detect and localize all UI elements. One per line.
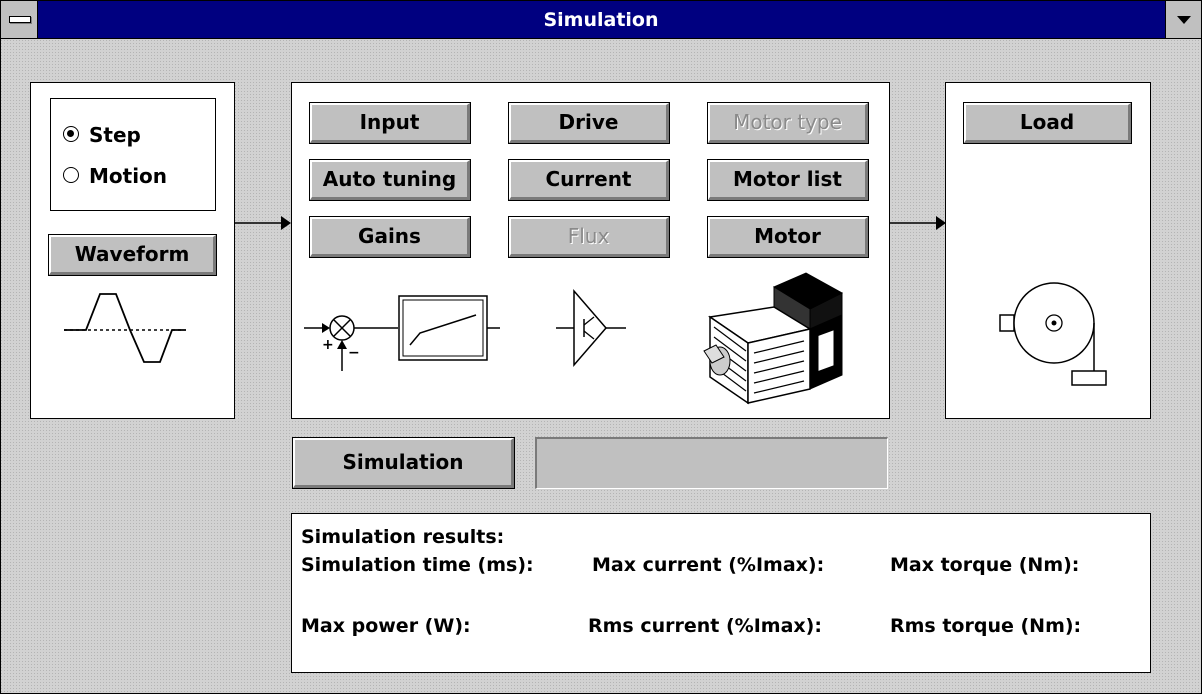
simulation-button[interactable]: Simulation bbox=[292, 437, 515, 489]
arrow-right-icon bbox=[235, 216, 291, 230]
radio-motion-indicator[interactable] bbox=[63, 167, 79, 183]
max-power-label: Max power (W): bbox=[301, 615, 471, 637]
load-panel: Load bbox=[945, 82, 1151, 419]
filter-block-icon bbox=[398, 295, 500, 361]
motor-button[interactable]: Motor bbox=[707, 216, 869, 258]
results-heading: Simulation results: bbox=[301, 526, 505, 548]
transistor-icon bbox=[556, 288, 626, 368]
waveform-graph-icon bbox=[64, 293, 186, 363]
radio-step-indicator[interactable] bbox=[63, 126, 79, 142]
flux-button[interactable]: Flux bbox=[508, 216, 670, 258]
summing-plus-label: + bbox=[322, 337, 334, 353]
radio-motion-label: Motion bbox=[89, 164, 168, 188]
minimize-icon[interactable] bbox=[1165, 1, 1201, 38]
radio-step-label: Step bbox=[89, 123, 141, 147]
simulation-results-panel: Simulation results: Simulation time (ms)… bbox=[291, 513, 1151, 673]
controller-panel: Input Drive Motor type Auto tuning Curre… bbox=[291, 82, 890, 419]
simulation-window: Simulation Step Motion Waveform Input Dr… bbox=[0, 0, 1202, 694]
input-button[interactable]: Input bbox=[309, 102, 471, 144]
max-current-label: Max current (%Imax): bbox=[592, 554, 825, 576]
load-button[interactable]: Load bbox=[963, 102, 1132, 144]
waveform-button[interactable]: Waveform bbox=[48, 234, 217, 276]
load-pulley-icon bbox=[999, 282, 1107, 386]
max-torque-label: Max torque (Nm): bbox=[890, 554, 1080, 576]
simulation-time-label: Simulation time (ms): bbox=[301, 554, 534, 576]
motor-icon bbox=[703, 272, 844, 405]
summing-junction-icon: + − bbox=[304, 315, 398, 371]
auto-tuning-button[interactable]: Auto tuning bbox=[309, 159, 471, 201]
rms-torque-label: Rms torque (Nm): bbox=[890, 615, 1082, 637]
drive-button[interactable]: Drive bbox=[508, 102, 670, 144]
current-button[interactable]: Current bbox=[508, 159, 670, 201]
simulation-progress-bar bbox=[535, 437, 888, 489]
gains-button[interactable]: Gains bbox=[309, 216, 471, 258]
motor-type-button[interactable]: Motor type bbox=[707, 102, 869, 144]
summing-minus-label: − bbox=[348, 345, 360, 361]
motor-list-button[interactable]: Motor list bbox=[707, 159, 869, 201]
input-mode-panel: Step Motion Waveform bbox=[30, 82, 235, 419]
mode-group bbox=[50, 98, 216, 211]
rms-current-label: Rms current (%Imax): bbox=[588, 615, 822, 637]
window-title: Simulation bbox=[543, 9, 659, 31]
arrow-right-icon bbox=[890, 216, 946, 230]
title-bar[interactable]: Simulation bbox=[1, 1, 1201, 39]
